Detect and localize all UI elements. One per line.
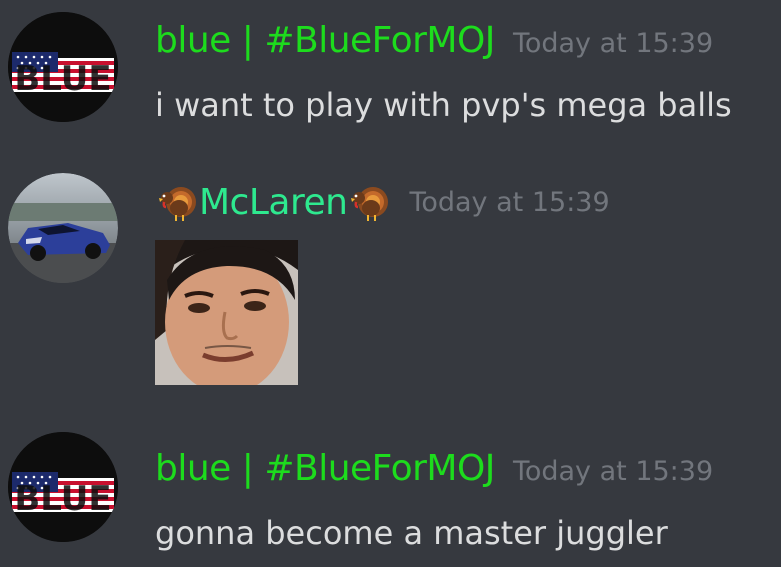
message-1: BLUE blue | #BlueForMOJ Today at 15:39 i…	[0, 0, 781, 160]
user-avatar-blue[interactable]: BLUE	[8, 432, 118, 542]
svg-text:BLUE: BLUE	[14, 59, 111, 99]
username[interactable]: McLaren	[199, 182, 348, 223]
chat-messages: BLUE blue | #BlueForMOJ Today at 15:39 i…	[0, 0, 781, 567]
timestamp: Today at 15:39	[409, 186, 610, 218]
message-text: i want to play with pvp's mega balls	[155, 86, 732, 124]
username[interactable]: blue | #BlueForMOJ	[155, 20, 495, 61]
turkey-icon	[155, 180, 199, 224]
user-avatar-mclaren[interactable]	[8, 173, 118, 283]
message-3: BLUE blue | #BlueForMOJ Today at 15:39 g…	[0, 420, 781, 567]
face-image[interactable]	[155, 240, 298, 385]
message-2: McLaren Today at 15:39	[0, 160, 781, 420]
username[interactable]: blue | #BlueForMOJ	[155, 448, 495, 489]
user-avatar-blue[interactable]: BLUE	[8, 12, 118, 122]
turkey-icon	[347, 180, 391, 224]
timestamp: Today at 15:39	[512, 456, 714, 487]
svg-text:BLUE: BLUE	[14, 479, 111, 519]
message-text: gonna become a master juggler	[155, 514, 668, 552]
timestamp: Today at 15:39	[512, 28, 714, 59]
